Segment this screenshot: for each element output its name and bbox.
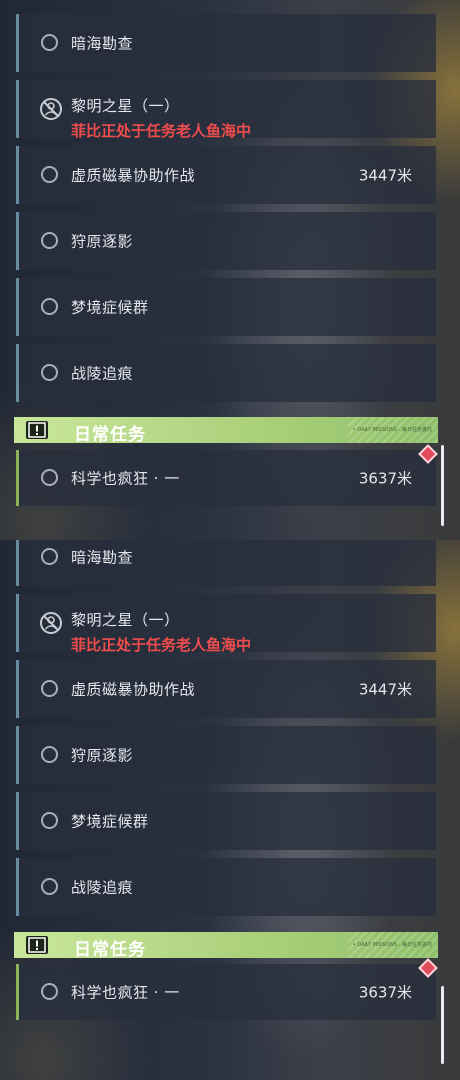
quest-title: 黎明之星（一）	[71, 611, 180, 629]
quest-status-circle-icon	[41, 812, 58, 829]
quest-title: 狩原逐影	[71, 232, 134, 251]
quest-status-circle-icon	[41, 166, 58, 183]
scrollbar-thumb[interactable]	[441, 445, 444, 526]
quest-status-circle-icon	[41, 469, 58, 486]
quest-item-zhanling[interactable]: 战陵追痕	[16, 344, 436, 402]
quest-title: 战陵追痕	[71, 878, 134, 897]
quest-title: 虚质磁暴协助作战	[71, 166, 196, 185]
quest-title: 梦境症候群	[71, 298, 149, 317]
quest-item-liming[interactable]: 黎明之星（一） 菲比正处于任务老人鱼海中	[16, 80, 436, 140]
unavailable-person-icon	[40, 98, 62, 120]
quest-distance: 3447米	[358, 166, 412, 185]
alert-badge-icon	[26, 421, 48, 439]
quest-distance: 3637米	[358, 469, 412, 488]
unavailable-person-icon	[40, 612, 62, 634]
quest-status-circle-icon	[41, 298, 58, 315]
quest-item-liming[interactable]: 黎明之星（一） 菲比正处于任务老人鱼海中	[16, 594, 436, 654]
quest-status-circle-icon	[41, 878, 58, 895]
quest-title: 虚质磁暴协助作战	[71, 680, 196, 699]
quest-distance: 3447米	[358, 680, 412, 699]
quest-title: 暗海勘查	[71, 548, 134, 567]
quest-item-anhai[interactable]: 暗海勘查	[16, 14, 436, 72]
quest-item-zhanling[interactable]: 战陵追痕	[16, 858, 436, 916]
scrollbar-thumb[interactable]	[441, 986, 444, 1064]
daily-missions-header: 日常任务 • DAILY MISSIONS · 每日任务委托	[14, 417, 438, 445]
quest-title: 战陵追痕	[71, 364, 134, 383]
quest-warning-text: 菲比正处于任务老人鱼海中	[71, 636, 252, 654]
quest-title: 暗海勘查	[71, 34, 134, 53]
quest-title: 狩原逐影	[71, 746, 134, 765]
quest-title: 梦境症候群	[71, 812, 149, 831]
quest-status-circle-icon	[41, 364, 58, 381]
quest-item-xuzhi[interactable]: 虚质磁暴协助作战 3447米	[16, 146, 436, 204]
header-fine-print: • DAILY MISSIONS · 每日任务委托	[352, 427, 432, 433]
quest-item-kexue[interactable]: 科学也疯狂 · 一 3637米	[16, 450, 436, 506]
quest-status-circle-icon	[41, 680, 58, 697]
quest-status-circle-icon	[41, 548, 58, 565]
alert-badge-icon	[26, 936, 48, 954]
daily-missions-label: 日常任务	[74, 940, 146, 960]
quest-item-shouyuan[interactable]: 狩原逐影	[16, 212, 436, 270]
daily-missions-label: 日常任务	[74, 425, 146, 445]
quest-title: 黎明之星（一）	[71, 97, 180, 115]
quest-tracker-panel: 暗海勘查 黎明之星（一） 菲比正处于任务老人鱼海中 虚质磁暴协助作战 3447米…	[0, 0, 460, 540]
quest-item-mengjing[interactable]: 梦境症候群	[16, 792, 436, 850]
quest-tracker-panel: 暗海勘查 黎明之星（一） 菲比正处于任务老人鱼海中 虚质磁暴协助作战 3447米…	[0, 540, 460, 1080]
quest-title: 科学也疯狂 · 一	[71, 983, 180, 1002]
quest-item-kexue[interactable]: 科学也疯狂 · 一 3637米	[16, 964, 436, 1020]
quest-status-circle-icon	[41, 983, 58, 1000]
quest-warning-text: 菲比正处于任务老人鱼海中	[71, 122, 252, 140]
quest-item-xuzhi[interactable]: 虚质磁暴协助作战 3447米	[16, 660, 436, 718]
quest-status-circle-icon	[41, 34, 58, 51]
quest-distance: 3637米	[358, 983, 412, 1002]
quest-item-mengjing[interactable]: 梦境症候群	[16, 278, 436, 336]
daily-missions-header: 日常任务 • DAILY MISSIONS · 每日任务委托	[14, 932, 438, 960]
quest-title: 科学也疯狂 · 一	[71, 469, 180, 488]
quest-item-anhai[interactable]: 暗海勘查	[16, 540, 436, 586]
quest-status-circle-icon	[41, 746, 58, 763]
quest-status-circle-icon	[41, 232, 58, 249]
quest-item-shouyuan[interactable]: 狩原逐影	[16, 726, 436, 784]
header-fine-print: • DAILY MISSIONS · 每日任务委托	[352, 942, 432, 948]
